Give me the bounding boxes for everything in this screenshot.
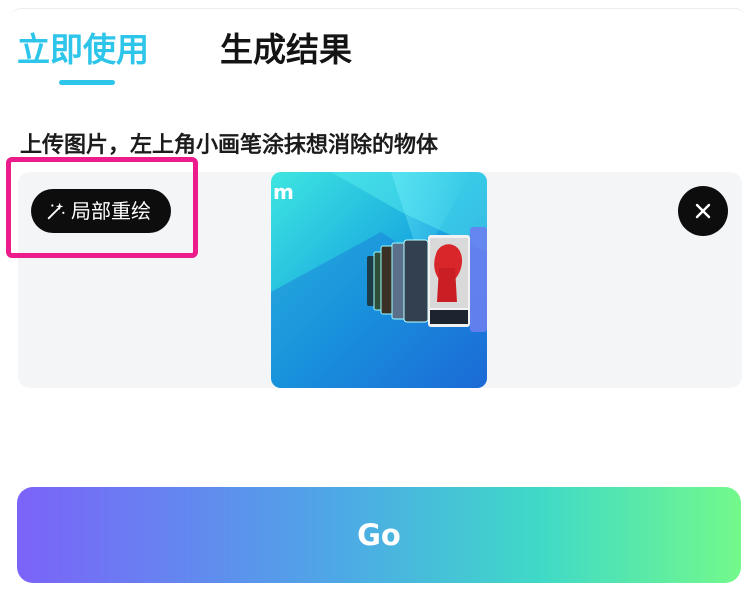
- tab-active-indicator: [59, 80, 115, 85]
- tab-results[interactable]: 生成结果: [220, 28, 352, 72]
- uploaded-image-preview: m: [271, 172, 487, 388]
- card-top-edge: [10, 8, 746, 19]
- preview-logo-letter: m: [273, 180, 294, 204]
- close-icon: [695, 203, 711, 219]
- go-button-label: Go: [357, 518, 401, 552]
- inpaint-highlight-box: [6, 157, 198, 258]
- go-button[interactable]: Go: [17, 487, 741, 583]
- tab-use-now[interactable]: 立即使用: [17, 28, 149, 72]
- remove-image-button[interactable]: [678, 186, 728, 236]
